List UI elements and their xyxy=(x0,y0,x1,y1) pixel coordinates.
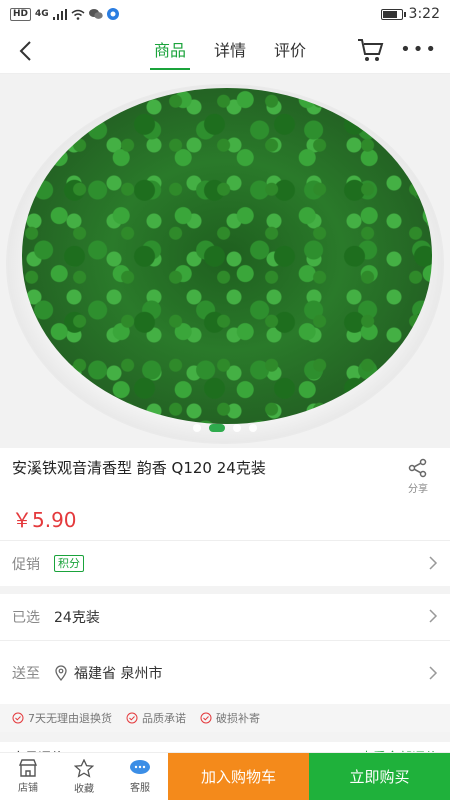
chevron-right-icon xyxy=(429,609,438,623)
service-guarantees: 7天无理由退换货 品质承诺 破损补寄 xyxy=(0,704,450,732)
tab-details[interactable]: 详情 xyxy=(200,28,260,74)
wechat-icon xyxy=(88,9,103,19)
status-bar: HD 4G 3:22 xyxy=(0,0,450,28)
star-icon xyxy=(74,758,94,778)
chevron-right-icon xyxy=(429,556,438,570)
wifi-icon xyxy=(71,9,85,20)
ship-to-row[interactable]: 送至 福建省 泉州市 xyxy=(0,640,450,704)
bottom-action-bar: 店铺 收藏 客服 加入购物车 立即购买 xyxy=(0,752,450,800)
share-button[interactable]: 分享 xyxy=(398,458,438,500)
check-circle-icon xyxy=(126,712,138,724)
shopping-cart-icon xyxy=(358,39,384,61)
share-label: 分享 xyxy=(408,484,428,495)
guarantee-text: 品质承诺 xyxy=(142,712,186,725)
more-menu-button[interactable]: ••• xyxy=(400,40,438,60)
tab-reviews[interactable]: 评价 xyxy=(260,28,320,74)
nav-bar: 商品 详情 评价 ••• xyxy=(0,28,450,74)
share-icon xyxy=(408,458,427,478)
check-circle-icon xyxy=(12,712,24,724)
check-circle-icon xyxy=(200,712,212,724)
product-title-row: 安溪铁观音清香型 韵香 Q120 24克装 分享 xyxy=(0,448,450,500)
carousel-dot[interactable] xyxy=(193,424,201,432)
signal-icon xyxy=(52,8,67,20)
browser-icon xyxy=(106,8,119,20)
tab-goods[interactable]: 商品 xyxy=(140,28,200,74)
points-badge: 积分 xyxy=(54,555,84,572)
store-icon xyxy=(18,759,38,777)
guarantee-item: 破损补寄 xyxy=(200,710,260,726)
product-title: 安溪铁观音清香型 韵香 Q120 24克装 xyxy=(12,459,266,477)
selected-spec-row[interactable]: 已选 24克装 xyxy=(0,594,450,640)
ship-to-label: 送至 xyxy=(12,665,40,682)
guarantee-text: 破损补寄 xyxy=(216,712,260,725)
favorite-label: 收藏 xyxy=(74,783,94,795)
carousel-dot[interactable] xyxy=(249,424,257,432)
store-label: 店铺 xyxy=(18,783,38,794)
guarantee-item: 品质承诺 xyxy=(126,710,186,726)
customer-service-label: 客服 xyxy=(130,783,150,794)
guarantee-text: 7天无理由退换货 xyxy=(28,712,112,725)
buy-now-button[interactable]: 立即购买 xyxy=(309,753,450,800)
hd-indicator: HD xyxy=(10,7,32,21)
favorite-button[interactable]: 收藏 xyxy=(56,753,112,800)
cart-button[interactable] xyxy=(356,37,384,67)
back-arrow-icon xyxy=(19,40,31,61)
battery-icon xyxy=(380,8,406,20)
section-divider xyxy=(0,732,450,742)
section-divider xyxy=(0,586,450,594)
add-to-cart-button[interactable]: 加入购物车 xyxy=(168,753,309,800)
product-image-tea-leaves xyxy=(22,88,432,424)
customer-service-button[interactable]: 客服 xyxy=(112,753,168,800)
promotion-row[interactable]: 促销 积分 xyxy=(0,540,450,586)
selected-value: 24克装 xyxy=(54,610,100,626)
nav-tabs: 商品 详情 评价 xyxy=(140,28,320,74)
selected-label: 已选 xyxy=(12,610,40,626)
chat-bubble-icon xyxy=(130,760,150,774)
carousel-dot[interactable] xyxy=(209,424,225,432)
store-button[interactable]: 店铺 xyxy=(0,753,56,800)
carousel-indicator xyxy=(0,424,450,432)
promotion-label: 促销 xyxy=(12,556,40,573)
carousel-dot[interactable] xyxy=(233,424,241,432)
guarantee-item: 7天无理由退换货 xyxy=(12,710,112,726)
chevron-right-icon xyxy=(429,666,438,680)
ship-to-value: 福建省 泉州市 xyxy=(74,665,163,682)
network-label: 4G xyxy=(35,9,49,19)
location-pin-icon xyxy=(55,664,67,681)
product-image-carousel[interactable] xyxy=(0,74,450,448)
back-button[interactable] xyxy=(0,28,50,74)
status-time: 3:22 xyxy=(408,6,440,22)
product-price: ￥5.90 xyxy=(12,508,77,532)
